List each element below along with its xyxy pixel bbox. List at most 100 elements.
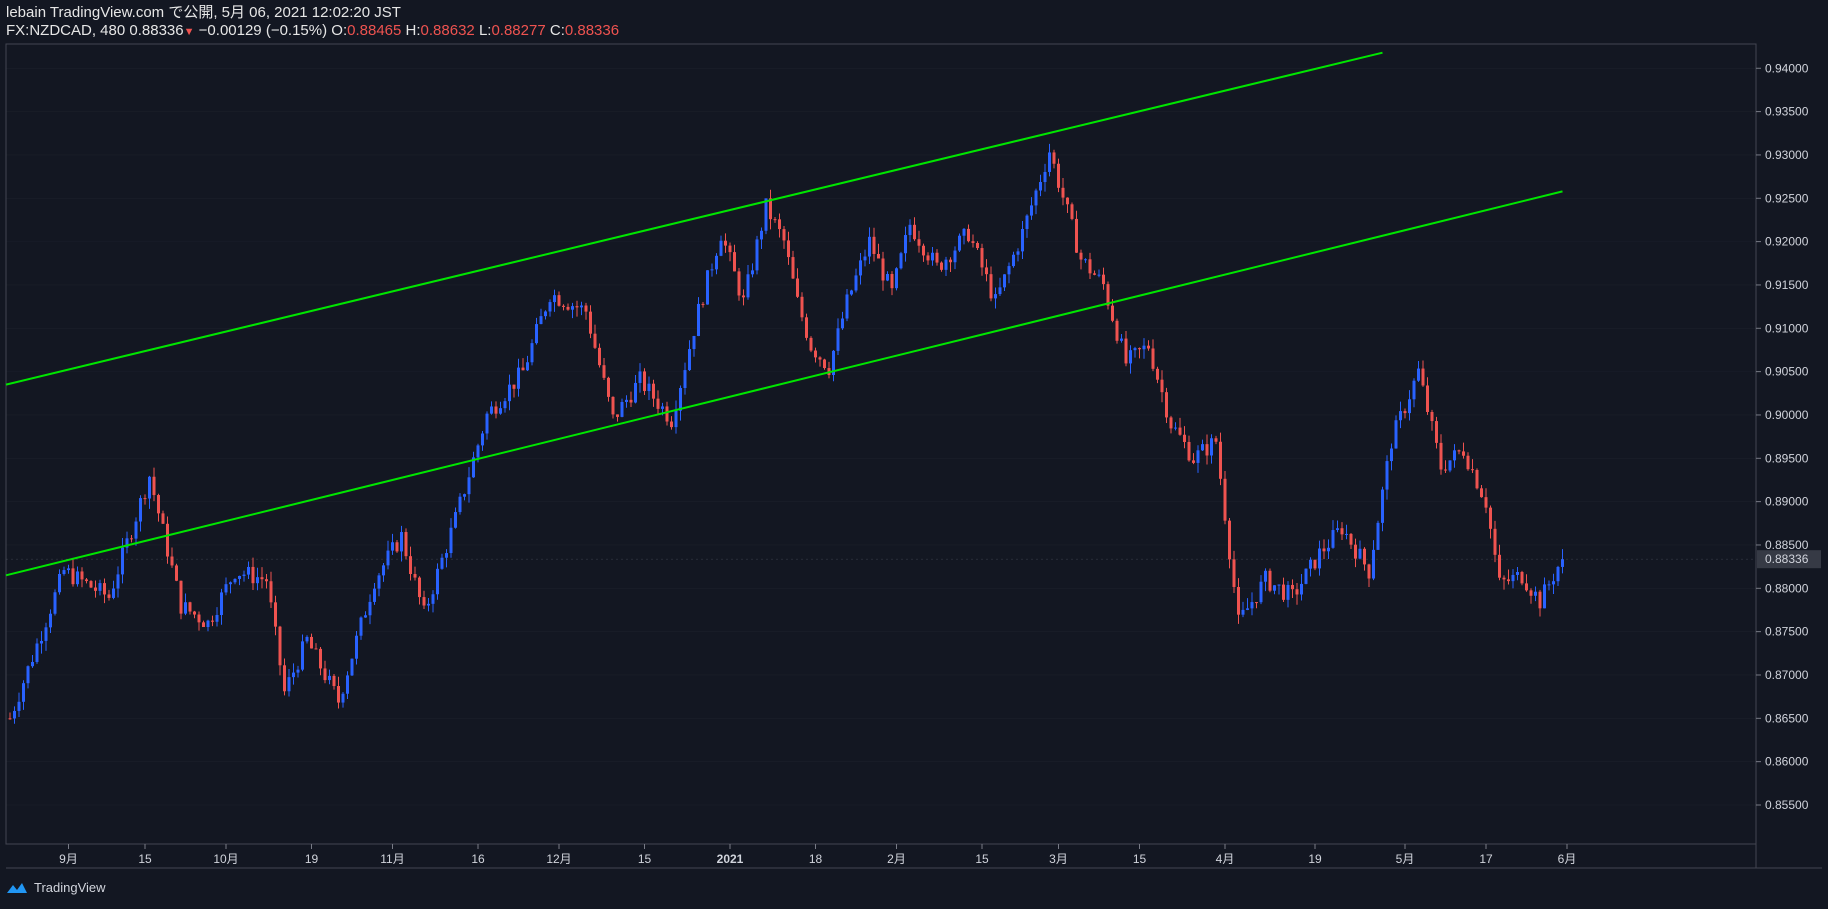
candle[interactable]	[1484, 488, 1488, 514]
candle[interactable]	[188, 601, 192, 615]
candle[interactable]	[971, 234, 975, 248]
candle[interactable]	[454, 507, 457, 529]
candle[interactable]	[350, 658, 354, 677]
candle[interactable]	[1322, 539, 1326, 560]
candle[interactable]	[1399, 401, 1402, 429]
price-chart[interactable]: 0.94000 0.93500 0.93000 0.92500 0.92000 0.915…	[0, 0, 1828, 909]
candle[interactable]	[157, 493, 160, 522]
candle[interactable]	[148, 475, 151, 509]
candle[interactable]	[863, 249, 867, 267]
candle[interactable]	[575, 300, 579, 317]
candle[interactable]	[197, 611, 201, 631]
candle[interactable]	[202, 620, 205, 628]
candle[interactable]	[328, 669, 331, 685]
candle[interactable]	[571, 302, 574, 319]
candle[interactable]	[1489, 505, 1492, 539]
candle[interactable]	[1165, 387, 1168, 424]
candle[interactable]	[539, 308, 543, 325]
candle[interactable]	[908, 219, 912, 243]
candle[interactable]	[773, 216, 777, 223]
candle[interactable]	[1066, 197, 1069, 213]
candle[interactable]	[719, 235, 723, 257]
candle[interactable]	[166, 516, 169, 564]
candle[interactable]	[1187, 435, 1191, 462]
candle[interactable]	[1223, 470, 1227, 525]
candle[interactable]	[364, 611, 367, 618]
candle[interactable]	[580, 301, 583, 316]
candle[interactable]	[1237, 578, 1240, 624]
candle[interactable]	[1174, 422, 1177, 431]
candle[interactable]	[733, 244, 736, 272]
candle[interactable]	[1475, 468, 1479, 490]
candle[interactable]	[1480, 485, 1483, 498]
candle[interactable]	[80, 567, 84, 588]
lower-channel-line[interactable]	[5, 190, 1563, 577]
candle[interactable]	[1349, 533, 1353, 550]
candle[interactable]	[143, 494, 147, 505]
candle[interactable]	[634, 375, 637, 404]
candle[interactable]	[710, 263, 714, 277]
candle[interactable]	[1196, 445, 1200, 473]
candle[interactable]	[346, 671, 349, 700]
candle[interactable]	[1219, 432, 1222, 486]
candle[interactable]	[413, 566, 417, 581]
candle[interactable]	[616, 414, 619, 422]
candle[interactable]	[1120, 333, 1123, 343]
candle[interactable]	[449, 518, 453, 558]
candle[interactable]	[1142, 338, 1146, 359]
candle[interactable]	[688, 340, 691, 372]
candle[interactable]	[1453, 444, 1456, 468]
candle[interactable]	[265, 574, 268, 589]
candle[interactable]	[247, 561, 250, 579]
candle[interactable]	[1448, 460, 1452, 473]
candle[interactable]	[926, 252, 930, 265]
candle[interactable]	[1268, 568, 1272, 593]
candle[interactable]	[1201, 439, 1204, 452]
candle[interactable]	[994, 287, 997, 309]
candle[interactable]	[445, 549, 448, 568]
candle[interactable]	[1102, 267, 1105, 290]
candle[interactable]	[1313, 559, 1317, 571]
candle[interactable]	[1025, 214, 1029, 238]
candle[interactable]	[697, 297, 700, 337]
candle[interactable]	[598, 343, 601, 368]
candle[interactable]	[589, 305, 592, 339]
candle[interactable]	[323, 660, 327, 684]
candle[interactable]	[1030, 197, 1033, 220]
candle[interactable]	[782, 225, 786, 249]
candle[interactable]	[62, 566, 66, 576]
candle[interactable]	[652, 379, 655, 407]
candle[interactable]	[1372, 540, 1375, 581]
candle[interactable]	[382, 562, 385, 582]
candle[interactable]	[1129, 345, 1132, 374]
candle[interactable]	[517, 358, 520, 397]
candle[interactable]	[800, 292, 804, 322]
candle[interactable]	[886, 271, 889, 282]
candle[interactable]	[409, 546, 412, 581]
candle[interactable]	[638, 363, 642, 393]
candle[interactable]	[1493, 520, 1497, 563]
candle[interactable]	[1160, 370, 1164, 403]
candle[interactable]	[877, 243, 880, 259]
candle[interactable]	[778, 213, 781, 238]
candle[interactable]	[643, 368, 646, 396]
candle[interactable]	[152, 467, 156, 502]
candle[interactable]	[103, 578, 106, 604]
candle[interactable]	[1043, 163, 1047, 192]
candle[interactable]	[940, 261, 943, 272]
candle[interactable]	[1255, 602, 1258, 609]
candle[interactable]	[485, 411, 489, 440]
candle[interactable]	[1259, 575, 1263, 605]
candle[interactable]	[854, 268, 858, 293]
candle[interactable]	[1052, 149, 1056, 169]
candle[interactable]	[98, 579, 102, 596]
candle[interactable]	[1115, 318, 1119, 344]
candle[interactable]	[949, 257, 952, 273]
candle[interactable]	[922, 243, 925, 262]
candle[interactable]	[292, 663, 295, 685]
candle[interactable]	[400, 525, 403, 562]
candle[interactable]	[692, 335, 696, 357]
candle[interactable]	[1300, 574, 1303, 601]
candle[interactable]	[1039, 174, 1042, 197]
candle[interactable]	[769, 189, 772, 230]
